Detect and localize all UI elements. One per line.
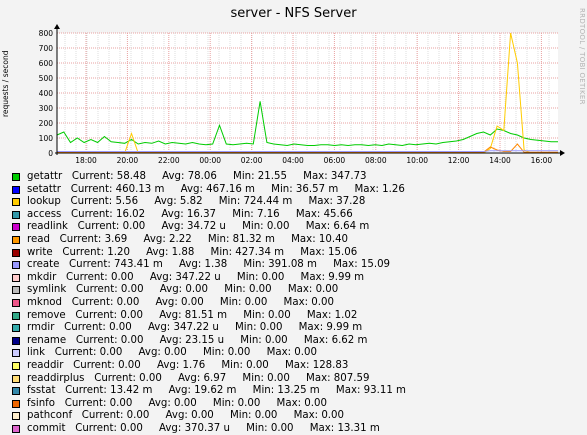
legend-text: write Current: 1.20 Avg: 1.88 Min: 427.3…	[27, 246, 358, 258]
legend-row-rmdir: rmdir Current: 0.00 Avg: 347.22 u Min: 0…	[12, 322, 582, 335]
legend-text: readdir Current: 0.00 Avg: 1.76 Min: 0.0…	[27, 359, 349, 371]
graph-frame: server - NFS Server requests / second RR…	[0, 0, 587, 434]
legend-swatch	[12, 412, 20, 421]
legend-row-readdirplus: readdirplus Current: 0.00 Avg: 6.97 Min:…	[12, 373, 582, 386]
y-tick-label: 500	[39, 74, 54, 83]
legend-swatch	[12, 336, 20, 345]
legend-text: commit Current: 0.00 Avg: 370.37 u Min: …	[27, 422, 380, 434]
x-tick-label: 04:00	[282, 156, 304, 165]
legend-text: readlink Current: 0.00 Avg: 34.72 u Min:…	[27, 221, 370, 233]
legend-text: symlink Current: 0.00 Avg: 0.00 Min: 0.0…	[27, 284, 339, 296]
legend-row-link: link Current: 0.00 Avg: 0.00 Min: 0.00 M…	[12, 347, 582, 360]
x-tick-label: 08:00	[365, 156, 387, 165]
legend-text: fsinfo Current: 0.00 Avg: 0.00 Min: 0.00…	[27, 397, 327, 409]
x-tick-label: 00:00	[199, 156, 221, 165]
legend-text: lookup Current: 5.56 Avg: 5.82 Min: 724.…	[27, 196, 366, 208]
legend-row-lookup: lookup Current: 5.56 Avg: 5.82 Min: 724.…	[12, 196, 582, 209]
legend-swatch	[12, 223, 20, 232]
legend-row-readlink: readlink Current: 0.00 Avg: 34.72 u Min:…	[12, 221, 582, 234]
legend-text: link Current: 0.00 Avg: 0.00 Min: 0.00 M…	[27, 347, 317, 359]
y-tick-label: 600	[39, 59, 54, 68]
legend-swatch	[12, 273, 20, 282]
legend-row-commit: commit Current: 0.00 Avg: 370.37 u Min: …	[12, 423, 582, 435]
legend-row-symlink: symlink Current: 0.00 Avg: 0.00 Min: 0.0…	[12, 284, 582, 297]
y-tick-label: 100	[39, 134, 54, 143]
legend-text: access Current: 16.02 Avg: 16.37 Min: 7.…	[27, 208, 353, 220]
legend-text: remove Current: 0.00 Avg: 81.51 m Min: 0…	[27, 309, 358, 321]
legend-row-read: read Current: 3.69 Avg: 2.22 Min: 81.32 …	[12, 234, 582, 247]
x-tick-label: 16:00	[531, 156, 553, 165]
legend-swatch	[12, 298, 20, 307]
legend-row-write: write Current: 1.20 Avg: 1.88 Min: 427.3…	[12, 247, 582, 260]
legend-row-readdir: readdir Current: 0.00 Avg: 1.76 Min: 0.0…	[12, 360, 582, 373]
y-axis-arrow	[54, 24, 60, 29]
legend-swatch	[12, 248, 20, 257]
legend-text: mknod Current: 0.00 Avg: 0.00 Min: 0.00 …	[27, 296, 334, 308]
x-axis-arrow	[560, 150, 565, 156]
y-tick-label: 400	[39, 89, 54, 98]
x-tick-label: 20:00	[117, 156, 139, 165]
x-tick-label: 02:00	[241, 156, 263, 165]
legend-swatch	[12, 210, 20, 219]
legend-text: create Current: 743.41 m Avg: 1.38 Min: …	[27, 259, 391, 271]
legend-swatch	[12, 286, 20, 295]
legend-row-setattr: setattr Current: 460.13 m Avg: 467.16 m …	[12, 184, 582, 197]
chart-plot: 0 100 200 300 400 500 600 700 800 18:00 20:00 22:00…	[39, 24, 565, 165]
x-tick-label: 10:00	[406, 156, 428, 165]
legend-row-rename: rename Current: 0.00 Avg: 23.15 u Min: 0…	[12, 335, 582, 348]
legend-row-create: create Current: 743.41 m Avg: 1.38 Min: …	[12, 259, 582, 272]
legend-text: rename Current: 0.00 Avg: 23.15 u Min: 0…	[27, 334, 368, 346]
legend-text: getattr Current: 58.48 Avg: 78.06 Min: 2…	[27, 171, 367, 182]
x-tick-label: 12:00	[448, 156, 470, 165]
legend-swatch	[12, 361, 20, 370]
x-tick-label: 18:00	[75, 156, 97, 165]
legend-row-access: access Current: 16.02 Avg: 16.37 Min: 7.…	[12, 209, 582, 222]
legend-text: read Current: 3.69 Avg: 2.22 Min: 81.32 …	[27, 233, 349, 245]
x-tick-label: 14:00	[489, 156, 511, 165]
legend-row-getattr: getattr Current: 58.48 Avg: 78.06 Min: 2…	[12, 171, 582, 184]
legend-swatch	[12, 374, 20, 383]
legend-swatch	[12, 311, 20, 320]
x-tick-label: 06:00	[324, 156, 346, 165]
legend: getattr Current: 58.48 Avg: 78.06 Min: 2…	[12, 171, 582, 435]
y-tick-label: 200	[39, 119, 54, 128]
legend-swatch	[12, 424, 20, 433]
legend-swatch	[12, 399, 20, 408]
legend-swatch	[12, 198, 20, 207]
legend-row-fsstat: fsstat Current: 13.42 m Avg: 19.62 m Min…	[12, 385, 582, 398]
legend-text: readdirplus Current: 0.00 Avg: 6.97 Min:…	[27, 372, 370, 384]
legend-text: rmdir Current: 0.00 Avg: 347.22 u Min: 0…	[27, 322, 363, 334]
legend-row-fsinfo: fsinfo Current: 0.00 Avg: 0.00 Min: 0.00…	[12, 398, 582, 411]
legend-swatch	[12, 173, 20, 181]
legend-text: setattr Current: 460.13 m Avg: 467.16 m …	[27, 183, 405, 195]
y-tick-label: 700	[39, 44, 54, 53]
legend-swatch	[12, 235, 20, 244]
y-tick-label: 300	[39, 104, 54, 113]
legend-text: pathconf Current: 0.00 Avg: 0.00 Min: 0.…	[27, 410, 345, 422]
legend-row-remove: remove Current: 0.00 Avg: 81.51 m Min: 0…	[12, 310, 582, 323]
x-tick-label: 22:00	[158, 156, 180, 165]
legend-swatch	[12, 261, 20, 270]
legend-text: fsstat Current: 13.42 m Avg: 19.62 m Min…	[27, 385, 406, 397]
legend-row-mknod: mknod Current: 0.00 Avg: 0.00 Min: 0.00 …	[12, 297, 582, 310]
legend-row-mkdir: mkdir Current: 0.00 Avg: 347.22 u Min: 0…	[12, 272, 582, 285]
legend-row-pathconf: pathconf Current: 0.00 Avg: 0.00 Min: 0.…	[12, 410, 582, 423]
legend-swatch	[12, 324, 20, 333]
legend-swatch	[12, 185, 20, 194]
legend-swatch	[12, 349, 20, 358]
legend-text: mkdir Current: 0.00 Avg: 347.22 u Min: 0…	[27, 271, 365, 283]
y-tick-label: 0	[48, 149, 53, 158]
legend-swatch	[12, 387, 20, 396]
y-tick-label: 800	[39, 29, 54, 38]
